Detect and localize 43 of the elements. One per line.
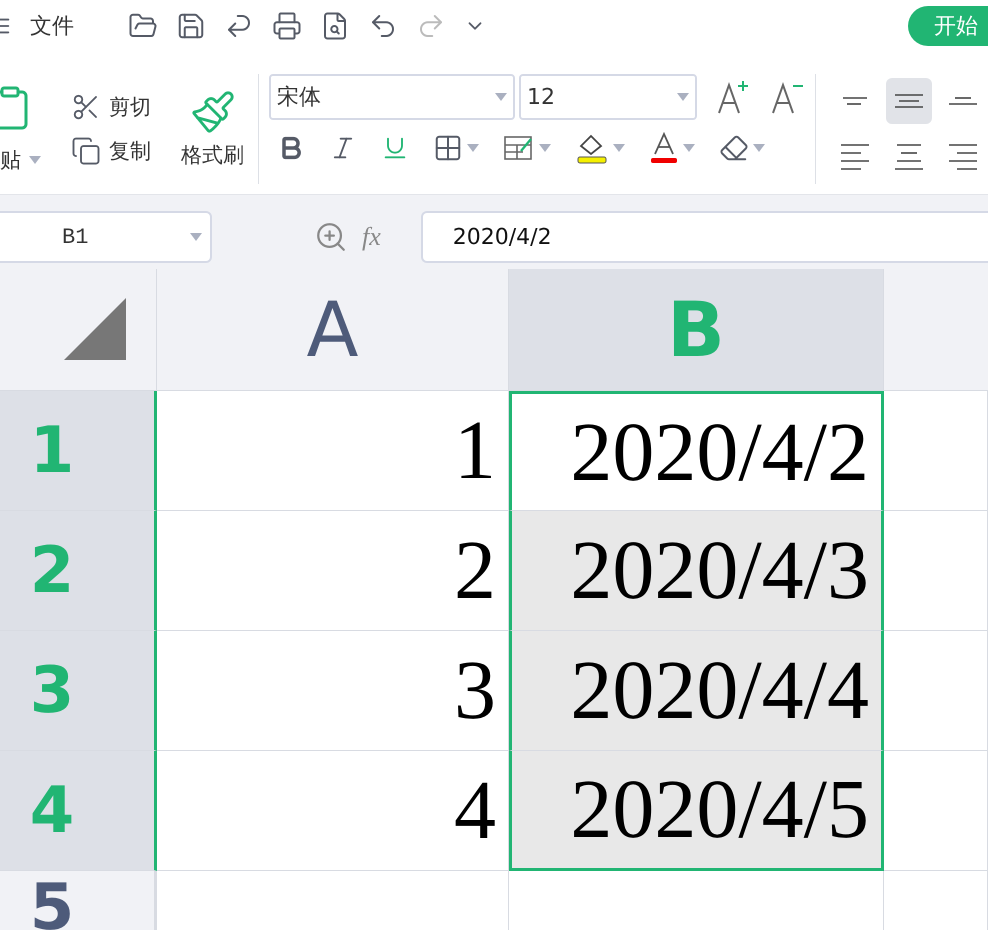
table-cell: 2020/4/4 bbox=[509, 631, 884, 751]
select-all-corner[interactable] bbox=[0, 269, 157, 391]
formula-field[interactable]: 2020/4/2 bbox=[420, 211, 988, 263]
triangle-icon bbox=[64, 298, 126, 360]
paintbrush-icon bbox=[190, 89, 236, 135]
lines-icon bbox=[949, 144, 977, 170]
table-cell: 2020/4/5 bbox=[509, 751, 884, 871]
copy-button[interactable]: 复制 bbox=[71, 136, 151, 166]
increase-font-icon[interactable] bbox=[715, 79, 751, 115]
lines-icon bbox=[843, 97, 867, 105]
table-cell: 1 bbox=[157, 391, 509, 511]
align-middle-button[interactable] bbox=[886, 78, 932, 124]
zoom-icon[interactable] bbox=[314, 220, 348, 254]
lines-icon bbox=[841, 144, 869, 170]
paste-button[interactable]: 贴 bbox=[0, 146, 41, 174]
name-box[interactable]: B1 bbox=[0, 211, 212, 263]
lines-icon bbox=[895, 144, 923, 170]
caret-icon bbox=[29, 156, 41, 164]
table-cell: 2020/4/3 bbox=[509, 511, 884, 631]
conditional-format-icon[interactable] bbox=[503, 133, 551, 163]
printer-icon[interactable] bbox=[272, 11, 302, 41]
table-cell: 2 bbox=[157, 511, 509, 631]
borders-icon[interactable] bbox=[433, 133, 479, 163]
lines-icon bbox=[949, 97, 977, 105]
save-icon[interactable] bbox=[176, 11, 206, 41]
file-menu[interactable]: 文件 bbox=[30, 11, 74, 41]
table-cell: 2020/4/2 bbox=[509, 391, 884, 511]
format-painter-button[interactable]: 格式刷 bbox=[181, 89, 244, 169]
caret-icon bbox=[677, 93, 689, 101]
font-name-dropdown[interactable]: 宋体 bbox=[269, 74, 515, 120]
row-header[interactable]: 5 bbox=[0, 871, 157, 930]
caret-icon bbox=[190, 233, 202, 241]
caret-icon bbox=[495, 93, 507, 101]
table-cell: 4 bbox=[157, 751, 509, 871]
lines-icon bbox=[895, 94, 923, 108]
font-size-dropdown[interactable]: 12 bbox=[519, 74, 697, 120]
column-header[interactable]: A bbox=[157, 269, 509, 391]
font-color-icon[interactable] bbox=[649, 132, 695, 164]
fill-color-icon[interactable] bbox=[575, 132, 625, 164]
table-cell: 3 bbox=[157, 631, 509, 751]
eraser-icon[interactable] bbox=[719, 133, 765, 163]
cut-button[interactable]: 剪切 bbox=[71, 92, 151, 122]
copy-icon bbox=[71, 136, 101, 166]
